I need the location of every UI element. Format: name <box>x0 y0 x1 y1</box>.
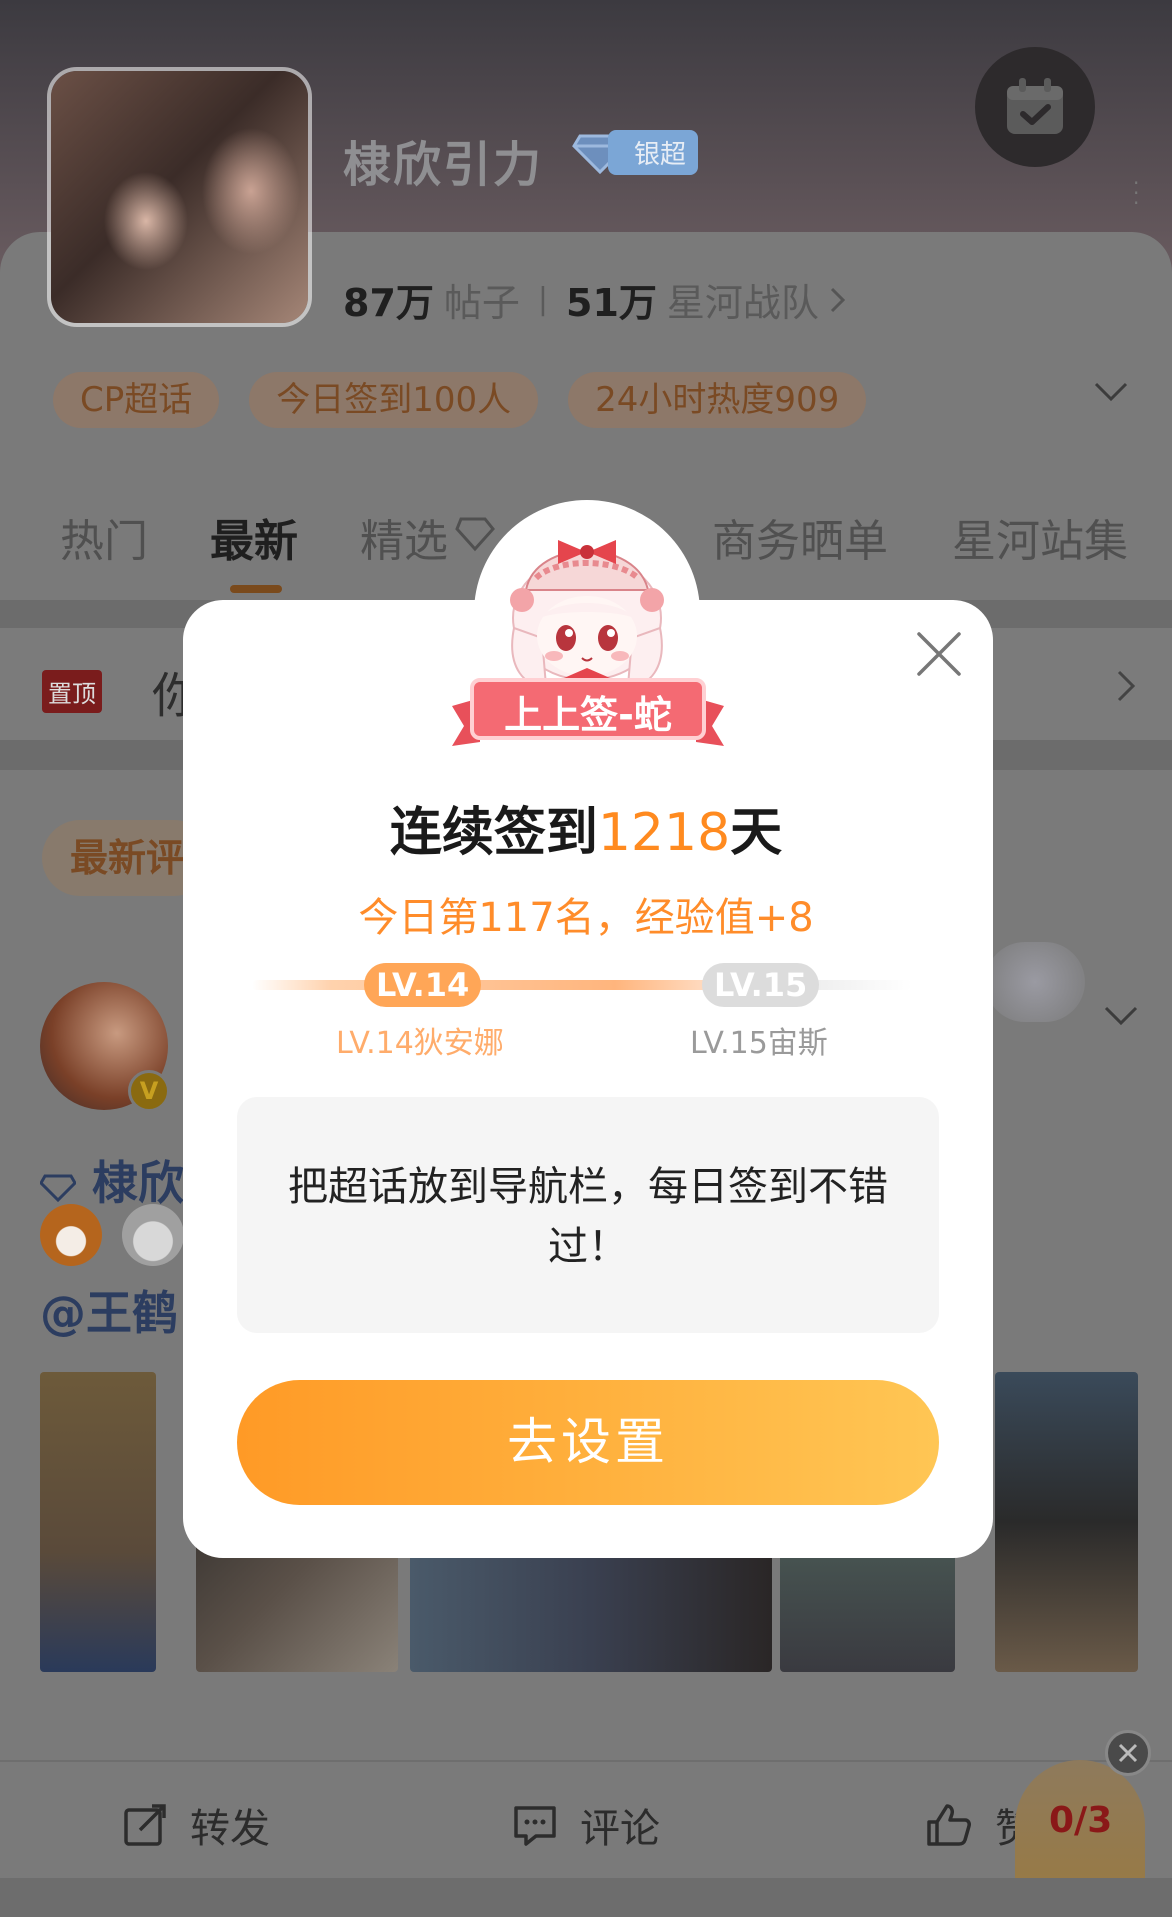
posts-count: 87万 <box>343 281 434 325</box>
more-menu-icon[interactable]: · · · <box>1133 173 1139 213</box>
chevron-right-icon <box>1117 670 1136 702</box>
posts-label: 帖子 <box>443 281 520 325</box>
chevron-down-icon[interactable] <box>1103 1004 1139 1028</box>
rank-exp-text: 今日第117名，经验值+8 <box>358 895 814 941</box>
comment-button[interactable]: 评论 <box>512 1796 660 1854</box>
tab-galaxy[interactable]: 星河站集 <box>952 505 1128 569</box>
chevron-down-icon[interactable] <box>1093 380 1129 404</box>
bottom-strip <box>0 1878 1172 1917</box>
diamond-icon <box>39 1174 77 1202</box>
comment-label: 评论 <box>580 1806 660 1852</box>
task-close-button[interactable] <box>1105 1730 1151 1776</box>
streak-days: 1218 <box>597 803 731 863</box>
tab-business[interactable]: 商务晒单 <box>712 505 888 569</box>
tag-heat[interactable]: 24小时热度909 <box>568 372 867 428</box>
photo[interactable] <box>40 1372 156 1672</box>
emoji-row <box>40 1204 184 1266</box>
checkin-calendar-button[interactable] <box>975 47 1095 167</box>
cover-photo <box>51 71 308 323</box>
active-tab-indicator <box>230 585 282 593</box>
post-mention[interactable]: @王鹤 <box>40 1277 178 1343</box>
topic-stats: 87万 帖子 | 51万 星河战队 <box>343 272 847 327</box>
tag-checkin-count[interactable]: 今日签到100人 <box>249 372 539 428</box>
fortune-ribbon: 上上签-蛇 <box>450 676 726 748</box>
tier-badge[interactable]: 银超 <box>572 129 699 175</box>
tag-cp[interactable]: CP超话 <box>53 372 220 428</box>
photo[interactable] <box>995 1372 1138 1672</box>
fortune-ribbon-text: 上上签-蛇 <box>504 693 672 737</box>
stats-divider: | <box>537 282 549 317</box>
mascot-illustration <box>510 540 664 688</box>
sticker-decoration <box>985 942 1085 1022</box>
post-actions: 转发 评论 赞 <box>0 1760 1172 1880</box>
tab-latest[interactable]: 最新 <box>210 505 298 569</box>
topic-title: 棣欣引力 <box>343 137 544 193</box>
streak-prefix: 连续签到 <box>389 803 598 863</box>
topic-tags: CP超话 今日签到100人 24小时热度909 <box>53 372 867 428</box>
comment-icon <box>514 1806 556 1846</box>
tier-badge-label: 银超 <box>608 129 699 175</box>
current-level-name: LV.14狄安娜 <box>336 1026 504 1061</box>
members-link[interactable]: 星河战队 <box>667 272 819 327</box>
post-author-text[interactable]: 棣欣 <box>92 1156 184 1210</box>
task-progress: 0/3 <box>1049 1800 1113 1841</box>
next-level-name: LV.15宙斯 <box>690 1026 828 1061</box>
members-count: 51万 <box>566 281 657 325</box>
tab-featured[interactable]: 精选 <box>360 505 448 569</box>
close-icon <box>1118 1743 1138 1763</box>
tip-box: 把超话放到导航栏，每日签到不错过！ <box>237 1097 939 1333</box>
tip-text: 把超话放到导航栏，每日签到不错过！ <box>288 1164 888 1270</box>
verified-badge-icon: V <box>128 1070 170 1112</box>
rabbit-emoji-icon <box>122 1204 184 1266</box>
close-icon[interactable] <box>915 630 963 678</box>
current-level-pill: LV.14 <box>364 963 482 1007</box>
streak-suffix: 天 <box>730 803 783 863</box>
go-settings-button[interactable]: 去设置 <box>237 1380 939 1505</box>
chevron-right-icon <box>830 287 846 312</box>
streak-title: 连续签到1218天 <box>0 790 1172 865</box>
topic-cover-image[interactable] <box>47 67 312 327</box>
pinned-badge: 置顶 <box>42 670 102 713</box>
repost-button[interactable]: 转发 <box>122 1796 270 1854</box>
fox-emoji-icon <box>40 1204 102 1266</box>
next-level-pill: LV.15 <box>702 963 820 1007</box>
repost-label: 转发 <box>190 1806 270 1852</box>
tab-hot[interactable]: 热门 <box>60 505 148 569</box>
thumbs-up-icon <box>927 1804 971 1846</box>
repost-icon <box>124 1804 166 1846</box>
calendar-check-icon <box>1007 78 1063 134</box>
